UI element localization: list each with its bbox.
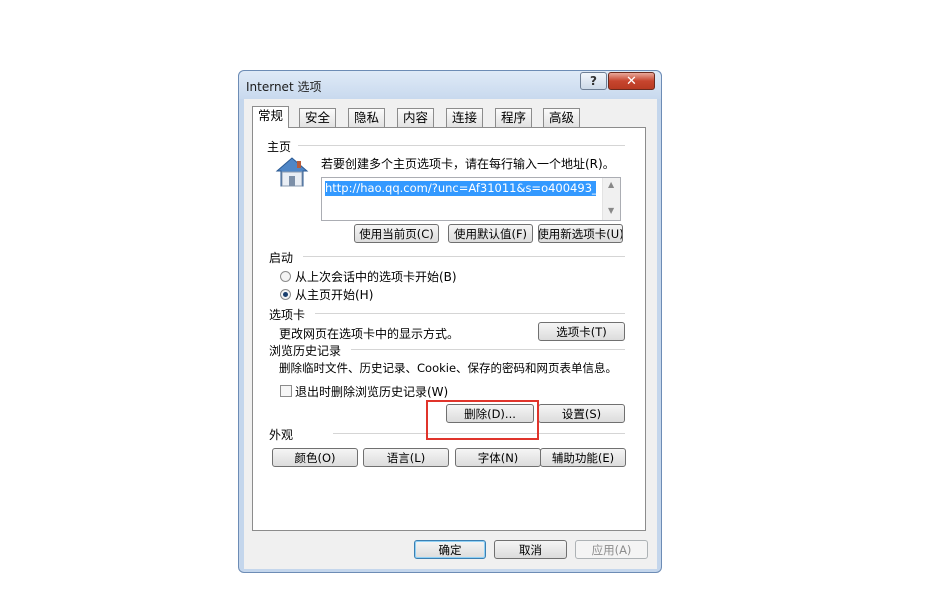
help-button[interactable]: ? [580,72,607,90]
use-current-button[interactable]: 使用当前页(C) [354,224,439,243]
accessibility-button[interactable]: 辅助功能(E) [540,448,626,467]
dialog-client-area: 常规 安全 隐私 内容 连接 程序 高级 主页 若要创建多个主页选项卡，请在每行… [244,99,657,569]
tabs-heading: 选项卡 [269,308,306,322]
tab-privacy[interactable]: 隐私 [348,108,386,127]
homepage-address-textarea[interactable]: http://hao.qq.com/?unc=Af31011&s=o400493… [321,177,621,221]
highlight-annotation-box [426,400,539,440]
homepage-heading: 主页 [267,140,292,154]
history-divider [351,349,625,350]
tabs-divider [315,313,625,314]
help-icon: ? [590,74,597,88]
delete-on-exit-label[interactable]: 退出时删除浏览历史记录(W) [295,383,448,400]
fonts-button[interactable]: 字体(N) [455,448,541,467]
internet-options-dialog: Internet 选项 ? ✕ 常规 安全 隐私 内容 连接 程序 高级 主页 … [238,70,662,573]
startup-homepage-label[interactable]: 从主页开始(H) [295,286,373,303]
scroll-up-icon[interactable]: ▲ [608,180,614,189]
close-icon: ✕ [626,73,637,89]
colors-button[interactable]: 颜色(O) [272,448,358,467]
house-icon [275,156,309,191]
address-scrollbar[interactable]: ▲ ▼ [602,178,620,220]
tab-security[interactable]: 安全 [299,108,337,127]
general-tab-panel: 主页 若要创建多个主页选项卡，请在每行输入一个地址(R)。 http://hao… [252,127,646,531]
startup-divider [303,256,625,257]
tab-connections[interactable]: 连接 [446,108,484,127]
history-heading: 浏览历史记录 [269,344,342,358]
startup-last-session-radio[interactable] [280,271,291,282]
cancel-button[interactable]: 取消 [494,540,567,559]
use-new-tab-button[interactable]: 使用新选项卡(U) [538,224,623,243]
languages-button[interactable]: 语言(L) [363,448,449,467]
apply-button[interactable]: 应用(A) [575,540,648,559]
homepage-address-value: http://hao.qq.com/?unc=Af31011&s=o400493… [325,181,596,196]
startup-last-session-label[interactable]: 从上次会话中的选项卡开始(B) [295,268,457,285]
tab-content[interactable]: 内容 [397,108,435,127]
tab-advanced[interactable]: 高级 [543,108,581,127]
startup-heading: 启动 [269,251,294,265]
scroll-down-icon[interactable]: ▼ [608,206,614,215]
close-button[interactable]: ✕ [608,72,655,90]
homepage-divider [298,145,625,146]
title-bar[interactable]: Internet 选项 ? ✕ [239,71,661,99]
ok-button[interactable]: 确定 [414,540,486,559]
dialog-title: Internet 选项 [246,80,322,94]
use-default-button[interactable]: 使用默认值(F) [448,224,533,243]
delete-on-exit-checkbox[interactable] [280,385,292,397]
tabs-settings-button[interactable]: 选项卡(T) [538,322,625,341]
tab-general[interactable]: 常规 [252,106,290,128]
tabs-description: 更改网页在选项卡中的显示方式。 [279,327,460,341]
history-description: 删除临时文件、历史记录、Cookie、保存的密码和网页表单信息。 [279,361,618,375]
history-settings-button[interactable]: 设置(S) [538,404,625,423]
appearance-heading: 外观 [269,428,294,442]
startup-homepage-radio[interactable] [280,289,291,300]
homepage-description: 若要创建多个主页选项卡，请在每行输入一个地址(R)。 [321,157,615,171]
tab-programs[interactable]: 程序 [495,108,533,127]
